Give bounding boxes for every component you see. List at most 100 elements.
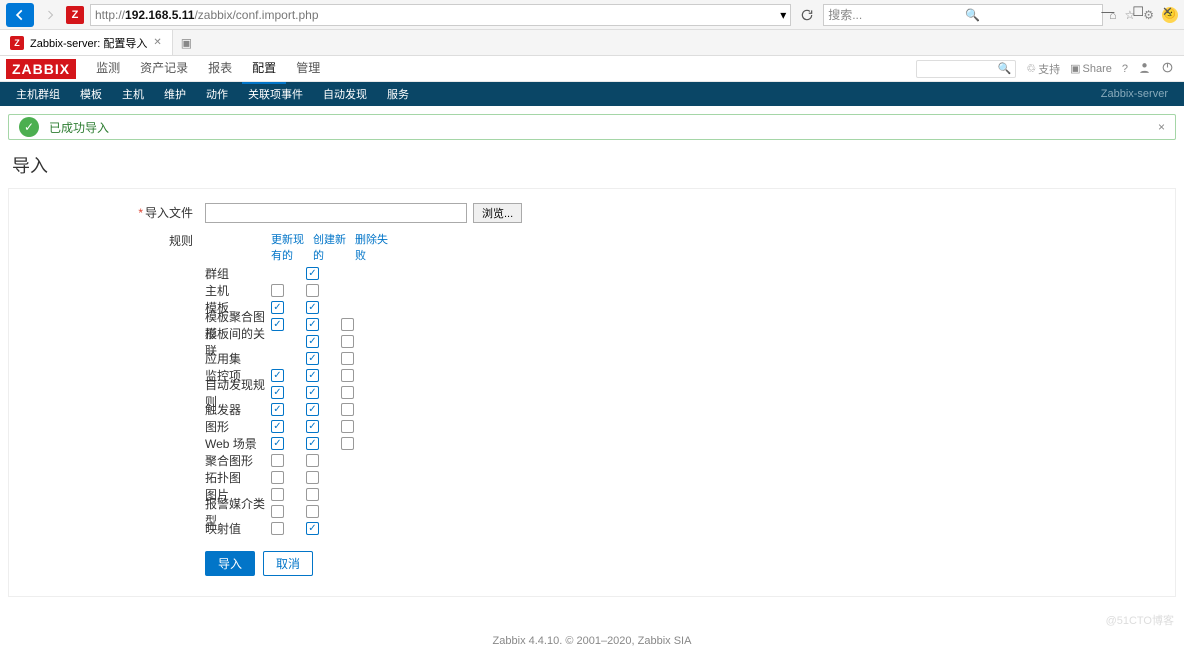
rule-row: 报警媒介类型 [205,503,397,520]
sub-nav-item[interactable]: 维护 [154,86,196,102]
checkbox[interactable] [306,420,319,433]
window-close[interactable]: ✕ [1162,4,1172,20]
sub-nav-item[interactable]: 服务 [377,86,419,102]
checkbox[interactable] [341,437,354,450]
rules-label: 规则 [9,231,205,251]
top-menu-item[interactable]: 配置 [242,53,286,84]
checkbox[interactable] [271,369,284,382]
checkbox[interactable] [271,505,284,518]
top-menu-item[interactable]: 报表 [198,53,242,84]
share-link[interactable]: ▣ Share [1070,62,1112,75]
rule-row: 自动发现规则 [205,384,397,401]
checkbox[interactable] [271,454,284,467]
back-button[interactable] [6,3,34,27]
checkbox[interactable] [306,318,319,331]
sub-nav-item[interactable]: 动作 [196,86,238,102]
checkbox[interactable] [271,420,284,433]
address-bar[interactable]: http://192.168.5.11/zabbix/conf.import.p… [90,4,791,26]
rules-grid: 更新现有的 创建新的 删除失败 群组主机模板模板聚合图形模板间的关联应用集监控项… [205,231,397,537]
forward-button[interactable] [40,5,60,25]
checkbox[interactable] [271,471,284,484]
check-icon: ✓ [19,117,39,137]
checkbox[interactable] [306,352,319,365]
rule-label: 映射值 [205,520,271,537]
checkbox[interactable] [306,369,319,382]
checkbox[interactable] [306,505,319,518]
browser-toolbar: Z http://192.168.5.11/zabbix/conf.import… [0,0,1184,30]
sub-nav-item[interactable]: 关联项事件 [238,86,313,102]
tab-zabbix[interactable]: Z Zabbix-server: 配置导入 ✕ [0,30,173,55]
checkbox[interactable] [271,488,284,501]
window-controls: — ☐ ✕ [1089,0,1184,24]
rule-row: 应用集 [205,350,397,367]
top-menu-item[interactable]: 资产记录 [130,53,198,84]
checkbox[interactable] [306,403,319,416]
checkbox[interactable] [341,352,354,365]
checkbox[interactable] [306,488,319,501]
banner-close[interactable]: × [1148,120,1175,134]
window-minimize[interactable]: — [1101,4,1114,20]
server-name: Zabbix-server [1091,88,1178,100]
checkbox[interactable] [271,284,284,297]
tab-title: Zabbix-server: 配置导入 [30,35,147,51]
top-menu-item[interactable]: 管理 [286,53,330,84]
col-delete: 删除失败 [355,231,397,263]
watermark: @51CTO博客 [1106,612,1174,628]
sub-nav-item[interactable]: 自动发现 [313,86,377,102]
import-button[interactable]: 导入 [205,551,255,576]
checkbox[interactable] [271,437,284,450]
window-maximize[interactable]: ☐ [1132,4,1144,20]
dropdown-icon[interactable]: ▾ [780,8,786,22]
checkbox[interactable] [341,403,354,416]
rule-label: 群组 [205,265,271,282]
checkbox[interactable] [306,284,319,297]
reload-icon [800,8,814,22]
checkbox[interactable] [306,522,319,535]
checkbox[interactable] [341,420,354,433]
checkbox[interactable] [306,301,319,314]
rule-row: 主机 [205,282,397,299]
checkbox[interactable] [271,318,284,331]
browse-button[interactable]: 浏览... [473,203,522,223]
sub-nav-item[interactable]: 模板 [70,86,112,102]
checkbox[interactable] [306,386,319,399]
help-icon[interactable]: ? [1122,63,1128,75]
checkbox[interactable] [341,386,354,399]
file-input[interactable] [205,203,467,223]
new-tab-button[interactable]: ▣ [173,36,200,50]
checkbox[interactable] [306,437,319,450]
sub-nav-item[interactable]: 主机 [112,86,154,102]
checkbox[interactable] [341,335,354,348]
checkbox[interactable] [271,403,284,416]
zabbix-logo[interactable]: ZABBIX [6,59,76,79]
user-icon[interactable] [1138,61,1151,77]
tab-close[interactable]: ✕ [153,37,161,48]
checkbox[interactable] [271,386,284,399]
search-icon: 🔍 [965,8,1098,22]
header-search[interactable]: 🔍 [916,60,1016,78]
checkbox[interactable] [341,318,354,331]
rule-row: Web 场景 [205,435,397,452]
power-icon[interactable] [1161,61,1174,77]
checkbox[interactable] [306,471,319,484]
search-placeholder: 搜索... [828,6,961,23]
checkbox[interactable] [341,369,354,382]
browser-search[interactable]: 搜索... 🔍 [823,4,1103,26]
rule-row: 聚合图形 [205,452,397,469]
checkbox[interactable] [271,301,284,314]
import-form: *导入文件 浏览... 规则 更新现有的 创建新的 删除失败 群组主机模板模板聚… [8,188,1176,597]
checkbox[interactable] [271,522,284,535]
reload-button[interactable] [797,5,817,25]
support-link[interactable]: ♲ 支持 [1026,61,1060,77]
sub-nav-item[interactable]: 主机群组 [6,86,70,102]
checkbox[interactable] [306,335,319,348]
cancel-button[interactable]: 取消 [263,551,313,576]
header-right: 🔍 ♲ 支持 ▣ Share ? [916,60,1184,78]
rule-row: 触发器 [205,401,397,418]
top-menu: 监测资产记录报表配置管理 [86,53,330,84]
checkbox[interactable] [306,454,319,467]
tab-favicon: Z [10,36,24,50]
url-text: http://192.168.5.11/zabbix/conf.import.p… [95,8,776,22]
top-menu-item[interactable]: 监测 [86,53,130,84]
checkbox[interactable] [306,267,319,280]
